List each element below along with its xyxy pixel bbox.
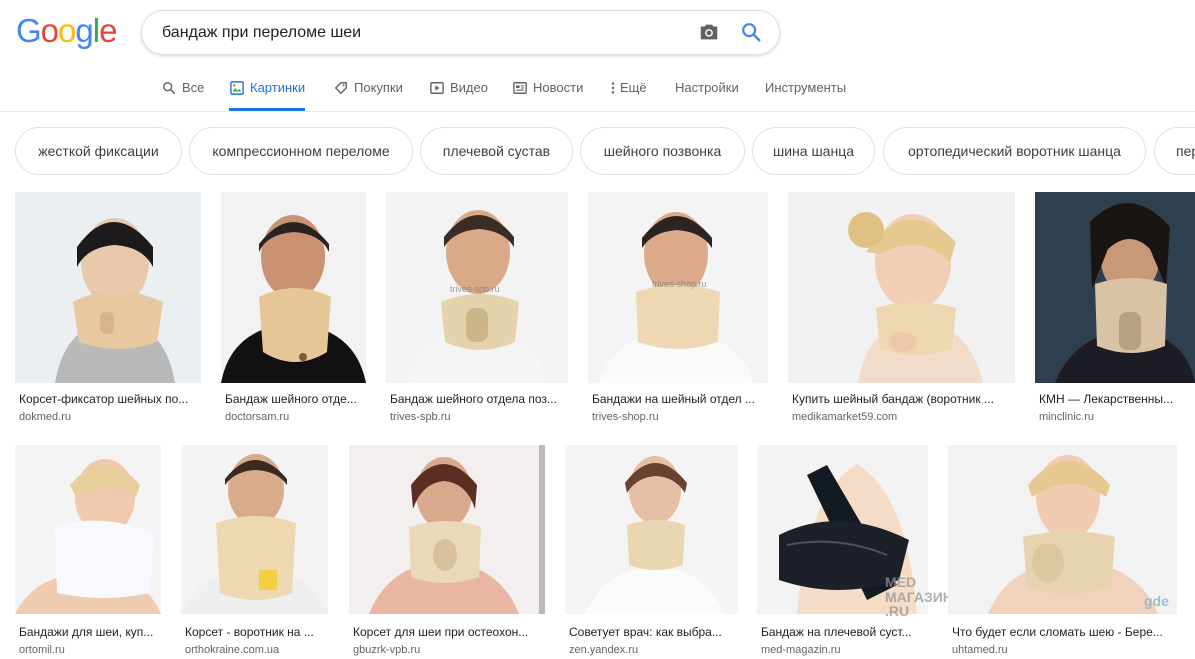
tab-label: Новости bbox=[533, 80, 584, 95]
result-source: trives-shop.ru bbox=[592, 411, 659, 423]
image-result[interactable]: Корсет - воротник на ... orthokraine.com… bbox=[181, 445, 329, 659]
more-vert-icon bbox=[609, 80, 617, 96]
result-title: Бандажи для шеи, куп... bbox=[19, 625, 154, 639]
result-source: ortomil.ru bbox=[19, 644, 65, 656]
image-result[interactable]: gde Что будет если сломать шею - Бере...… bbox=[948, 445, 1178, 659]
result-thumbnail bbox=[948, 445, 1177, 614]
tab-news[interactable]: Новости bbox=[512, 70, 583, 111]
related-chips: жесткой фиксации компрессионном переломе… bbox=[0, 127, 1195, 177]
result-thumbnail bbox=[15, 192, 201, 383]
result-source: gbuzrk-vpb.ru bbox=[353, 644, 421, 656]
tab-more[interactable]: Ещё bbox=[609, 70, 647, 111]
tab-label: Видео bbox=[450, 80, 488, 95]
chip[interactable]: ортопедический воротник шанца bbox=[883, 127, 1146, 175]
chip[interactable]: пер bbox=[1154, 127, 1195, 175]
chip[interactable]: плечевой сустав bbox=[420, 127, 573, 175]
result-title: Купить шейный бандаж (воротник ... bbox=[792, 392, 994, 406]
result-thumbnail bbox=[1035, 192, 1195, 383]
result-title: Советует врач: как выбра... bbox=[569, 625, 722, 639]
image-result[interactable]: trives-spb.ru Бандаж шейного отдела поз.… bbox=[386, 192, 569, 432]
camera-icon[interactable] bbox=[698, 22, 726, 44]
result-title: Что будет если сломать шею - Бере... bbox=[952, 625, 1163, 639]
result-title: Бандаж на плечевой суст... bbox=[761, 625, 912, 639]
logo-letter: G bbox=[16, 12, 42, 49]
tab-shopping[interactable]: Покупки bbox=[333, 70, 403, 111]
result-thumbnail bbox=[221, 192, 366, 383]
tab-images[interactable]: Картинки bbox=[229, 70, 306, 111]
tab-label: Инструменты bbox=[765, 80, 847, 95]
result-thumbnail bbox=[788, 192, 1015, 383]
image-result[interactable]: КМН — Лекарственны... minclinic.ru bbox=[1035, 192, 1195, 432]
logo-letter: o bbox=[58, 12, 76, 49]
tab-tools[interactable]: Инструменты bbox=[765, 70, 846, 111]
tab-label: Картинки bbox=[250, 80, 306, 95]
chip[interactable]: компрессионном переломе bbox=[189, 127, 413, 175]
search-icon bbox=[161, 80, 177, 96]
magnifier-icon[interactable] bbox=[740, 21, 764, 45]
result-source: orthokraine.com.ua bbox=[185, 644, 280, 656]
image-result[interactable]: Купить шейный бандаж (воротник ... medik… bbox=[788, 192, 1016, 432]
result-thumbnail bbox=[181, 445, 328, 614]
result-title: Корсет-фиксатор шейных по... bbox=[19, 392, 189, 406]
search-tabs: Все Картинки Покупки Видео Новости Ещё Н… bbox=[0, 70, 1195, 112]
tab-video[interactable]: Видео bbox=[429, 70, 488, 111]
result-title: Корсет - воротник на ... bbox=[185, 625, 314, 639]
thumbnail-watermark: trives-spb.ru bbox=[450, 284, 500, 294]
result-source: minclinic.ru bbox=[1039, 411, 1095, 423]
result-title: Бандажи на шейный отдел ... bbox=[592, 392, 755, 406]
result-source: med-magazin.ru bbox=[761, 644, 841, 656]
logo-letter: o bbox=[40, 12, 59, 49]
thumbnail-watermark: gde bbox=[1144, 593, 1169, 609]
result-title: Бандаж шейного отдела поз... bbox=[390, 392, 557, 406]
image-result[interactable]: Корсет-фиксатор шейных по... dokmed.ru bbox=[15, 192, 202, 432]
logo-letter: e bbox=[99, 12, 117, 49]
thumbnail-watermark: MED МАГАЗИН .RU bbox=[885, 574, 953, 620]
play-icon bbox=[429, 80, 445, 96]
result-source: uhtamed.ru bbox=[952, 644, 1008, 656]
result-thumbnail bbox=[565, 445, 738, 614]
news-icon bbox=[512, 80, 528, 96]
result-title: Бандаж шейного отде... bbox=[225, 392, 357, 406]
image-icon bbox=[229, 80, 245, 96]
tab-label: Ещё bbox=[620, 80, 647, 95]
tab-label: Покупки bbox=[354, 80, 403, 95]
image-result[interactable]: Бандажи для шеи, куп... ortomil.ru bbox=[15, 445, 162, 659]
chip[interactable]: шейного позвонка bbox=[580, 127, 745, 175]
tab-all[interactable]: Все bbox=[161, 70, 204, 111]
tab-settings[interactable]: Настройки bbox=[675, 70, 739, 111]
chip[interactable]: шина шанца bbox=[752, 127, 875, 175]
logo-letter: g bbox=[75, 12, 93, 49]
result-source: doctorsam.ru bbox=[225, 411, 290, 423]
search-bar bbox=[141, 10, 780, 55]
tab-label: Настройки bbox=[675, 80, 739, 95]
result-source: trives-spb.ru bbox=[390, 411, 451, 423]
result-source: dokmed.ru bbox=[19, 411, 71, 423]
image-result[interactable]: MED МАГАЗИН .RU Бандаж на плечевой суст.… bbox=[757, 445, 953, 659]
image-result[interactable]: trives-shop.ru Бандажи на шейный отдел .… bbox=[588, 192, 769, 432]
thumbnail-watermark: trives-shop.ru bbox=[652, 279, 707, 289]
result-thumbnail bbox=[15, 445, 161, 614]
google-logo[interactable]: Google bbox=[16, 12, 117, 49]
tag-icon bbox=[333, 80, 349, 96]
chip[interactable]: жесткой фиксации bbox=[15, 127, 182, 175]
result-title: КМН — Лекарственны... bbox=[1039, 392, 1174, 406]
image-result[interactable]: Бандаж шейного отде... doctorsam.ru bbox=[221, 192, 367, 432]
result-title: Корсет для шеи при остеохон... bbox=[353, 625, 529, 639]
image-result[interactable]: Советует врач: как выбра... zen.yandex.r… bbox=[565, 445, 739, 659]
result-source: medikamarket59.com bbox=[792, 411, 898, 423]
result-source: zen.yandex.ru bbox=[569, 644, 639, 656]
result-thumbnail bbox=[349, 445, 545, 614]
image-result[interactable]: Корсет для шеи при остеохон... gbuzrk-vp… bbox=[349, 445, 546, 659]
search-input[interactable] bbox=[162, 11, 682, 54]
tab-label: Все bbox=[182, 80, 205, 95]
